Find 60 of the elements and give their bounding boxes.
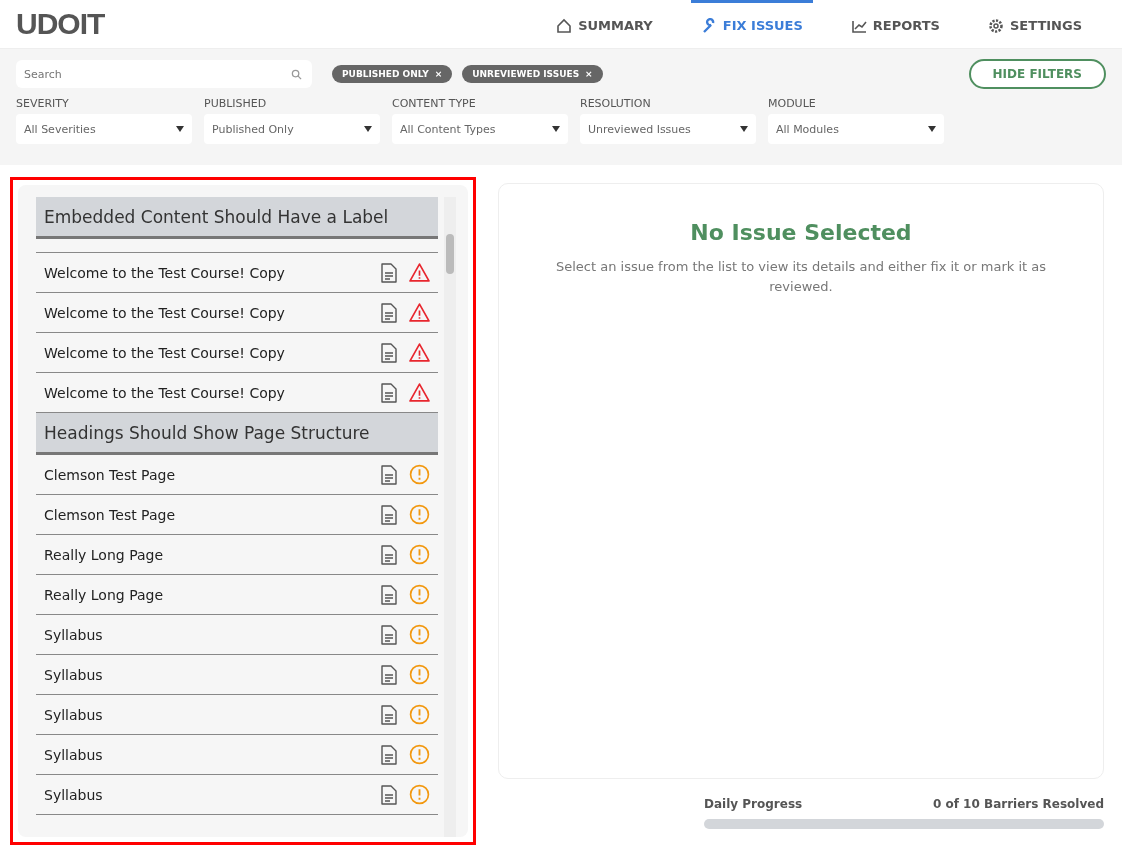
filter-dropdown[interactable]: Unreviewed Issues <box>580 114 756 144</box>
filter-label: RESOLUTION <box>580 97 652 110</box>
document-icon <box>381 624 397 645</box>
document-icon <box>381 464 397 485</box>
filter-dropdown[interactable]: All Severities <box>16 114 192 144</box>
issue-group-header: Embedded Content Should Have a Label <box>36 197 438 239</box>
issue-group-header: Headings Should Show Page Structure <box>36 413 438 455</box>
document-icon <box>381 382 397 403</box>
issue-row[interactable]: Welcome to the Test Course! Copy <box>36 293 438 333</box>
issue-row[interactable]: Syllabus <box>36 775 438 815</box>
progress-label: Daily Progress <box>704 797 803 811</box>
document-icon <box>381 544 397 565</box>
search-icon <box>291 69 302 80</box>
filter-dropdown[interactable]: All Content Types <box>392 114 568 144</box>
issue-row[interactable]: Clemson Test Page <box>36 455 438 495</box>
document-icon <box>381 664 397 685</box>
home-icon <box>556 17 573 34</box>
document-icon <box>381 302 397 323</box>
detail-message: Select an issue from the list to view its details and either fix it or mark it as reviewed. <box>555 258 1047 296</box>
filter-chip[interactable]: UNREVIEWED ISSUES × <box>462 65 603 83</box>
issue-row[interactable]: Welcome to the Test Course! Copy <box>36 333 438 373</box>
remove-icon[interactable]: × <box>585 69 593 79</box>
hide-filters-button[interactable]: HIDE FILTERS <box>968 59 1106 89</box>
filter-label: PUBLISHED <box>204 97 268 110</box>
document-icon <box>381 584 397 605</box>
filter-label: SEVERITY <box>16 97 70 110</box>
issue-row[interactable]: Syllabus <box>36 735 438 775</box>
detail-title: No Issue Selected <box>690 220 912 245</box>
nav-tab[interactable]: SETTINGS <box>977 0 1092 48</box>
issue-row[interactable]: Syllabus <box>36 615 438 655</box>
caret-icon <box>176 126 184 132</box>
document-icon <box>381 262 397 283</box>
document-icon <box>381 744 397 765</box>
nav-tab[interactable]: REPORTS <box>840 0 950 48</box>
filter-chip[interactable]: PUBLISHED ONLY × <box>332 65 453 83</box>
filter-label: MODULE <box>768 97 817 110</box>
issue-row[interactable]: Really Long Page <box>36 575 438 615</box>
issue-row[interactable]: Really Long Page <box>36 535 438 575</box>
issue-row[interactable]: Welcome to the Test Course! Copy <box>36 253 438 293</box>
caret-icon <box>928 126 936 132</box>
settings-icon <box>987 17 1004 34</box>
scrollbar[interactable] <box>444 197 456 837</box>
caret-icon <box>552 126 560 132</box>
progress-reading: 0 of 10 Barriers Resolved <box>932 797 1104 811</box>
issue-row[interactable]: Syllabus <box>36 655 438 695</box>
issue-row[interactable]: Clemson Test Page <box>36 495 438 535</box>
logo: UDOIT <box>16 7 105 41</box>
issue-row[interactable]: Syllabus <box>36 695 438 735</box>
search-field[interactable]: Search <box>16 60 312 88</box>
remove-icon[interactable]: × <box>434 69 443 79</box>
caret-icon <box>740 126 748 132</box>
caret-icon <box>364 126 372 132</box>
document-icon <box>381 342 397 363</box>
document-icon <box>381 704 397 725</box>
filter-label: CONTENT TYPE <box>392 97 477 110</box>
document-icon <box>381 504 397 525</box>
document-icon <box>381 784 397 805</box>
filter-dropdown[interactable]: All Modules <box>768 114 944 144</box>
filter-dropdown[interactable]: Published Only <box>204 114 380 144</box>
nav-tab[interactable]: SUMMARY <box>546 0 663 48</box>
